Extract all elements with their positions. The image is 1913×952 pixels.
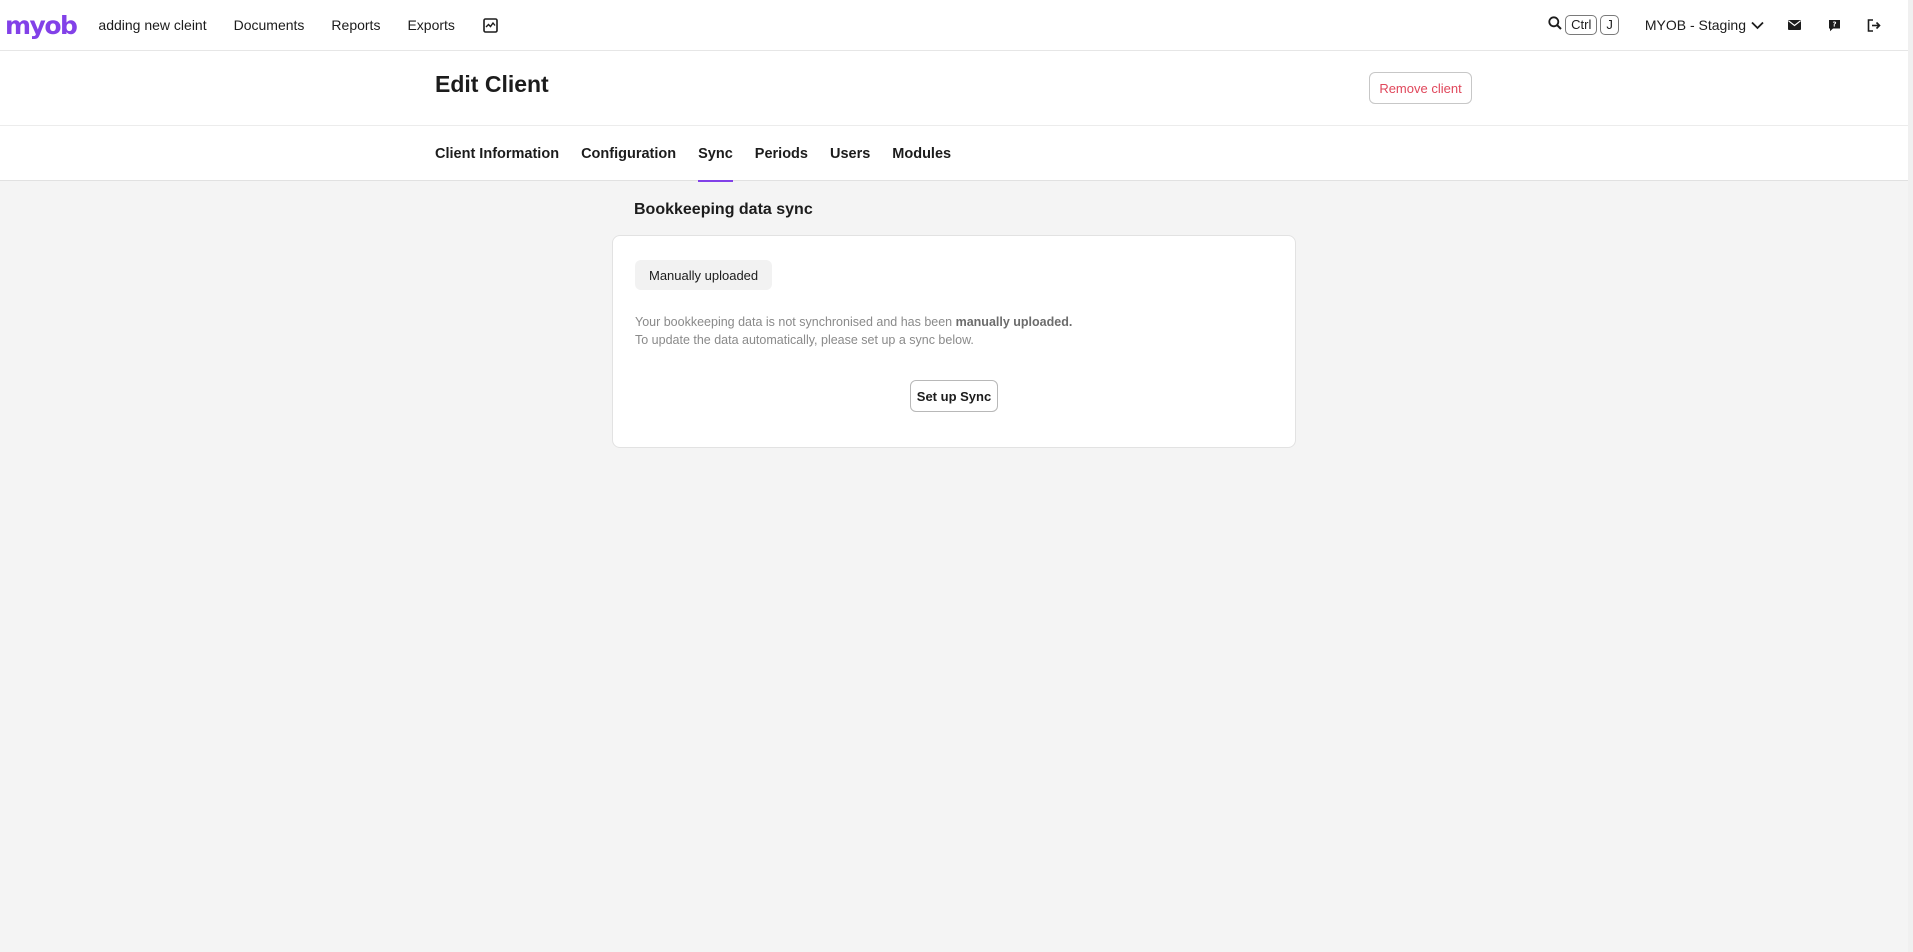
tab-periods[interactable]: Periods <box>755 126 808 181</box>
page-header: Edit Client Remove client <box>0 51 1908 126</box>
chevron-down-icon <box>1751 21 1764 29</box>
sync-description-prefix: Your bookkeeping data is not synchronise… <box>635 315 956 329</box>
nav-right: Ctrl J MYOB - Staging ? <box>1548 0 1908 50</box>
set-up-sync-button[interactable]: Set up Sync <box>910 380 998 412</box>
tab-modules[interactable]: Modules <box>892 126 951 181</box>
feedback-icon[interactable]: ? <box>1824 15 1844 35</box>
nav-link-reports[interactable]: Reports <box>331 17 380 33</box>
shortcut-key-j: J <box>1600 15 1619 35</box>
sync-description-line-2: To update the data automatically, please… <box>635 333 974 347</box>
remove-client-button[interactable]: Remove client <box>1369 72 1472 104</box>
tab-sync[interactable]: Sync <box>698 126 733 182</box>
nav-link-documents[interactable]: Documents <box>234 17 305 33</box>
section-title: Bookkeeping data sync <box>634 201 813 218</box>
myob-logo[interactable]: myob <box>5 11 78 40</box>
org-name: MYOB - Staging <box>1644 17 1746 33</box>
top-navigation: myob adding new cleint Documents Reports… <box>0 0 1908 51</box>
sync-description-line-1: Your bookkeeping data is not synchronise… <box>635 313 1072 331</box>
mail-icon[interactable] <box>1784 15 1804 35</box>
sync-description: Your bookkeeping data is not synchronise… <box>635 313 1072 349</box>
svg-text:?: ? <box>1832 20 1836 28</box>
nav-link-client[interactable]: adding new cleint <box>98 17 206 33</box>
search-icon <box>1548 15 1562 35</box>
activity-chart-icon[interactable] <box>482 16 500 34</box>
shortcut-key-ctrl: Ctrl <box>1565 15 1598 35</box>
page-scrollbar[interactable] <box>1908 0 1913 952</box>
tab-configuration[interactable]: Configuration <box>581 126 676 181</box>
tab-client-information[interactable]: Client Information <box>435 126 559 181</box>
tabs: Client Information Configuration Sync Pe… <box>435 126 973 182</box>
search-button[interactable]: Ctrl J <box>1548 15 1619 35</box>
sync-card: Manually uploaded Your bookkeeping data … <box>612 235 1296 448</box>
logout-icon[interactable] <box>1864 15 1884 35</box>
tab-users[interactable]: Users <box>830 126 870 181</box>
nav-link-exports[interactable]: Exports <box>407 17 454 33</box>
tabs-bar: Client Information Configuration Sync Pe… <box>0 126 1908 182</box>
sync-description-emphasis: manually uploaded. <box>955 315 1073 329</box>
org-switcher[interactable]: MYOB - Staging <box>1645 17 1764 33</box>
sync-status-badge: Manually uploaded <box>635 260 773 290</box>
nav-links: adding new cleint Documents Reports Expo… <box>98 16 500 34</box>
page-title: Edit Client <box>435 71 549 97</box>
